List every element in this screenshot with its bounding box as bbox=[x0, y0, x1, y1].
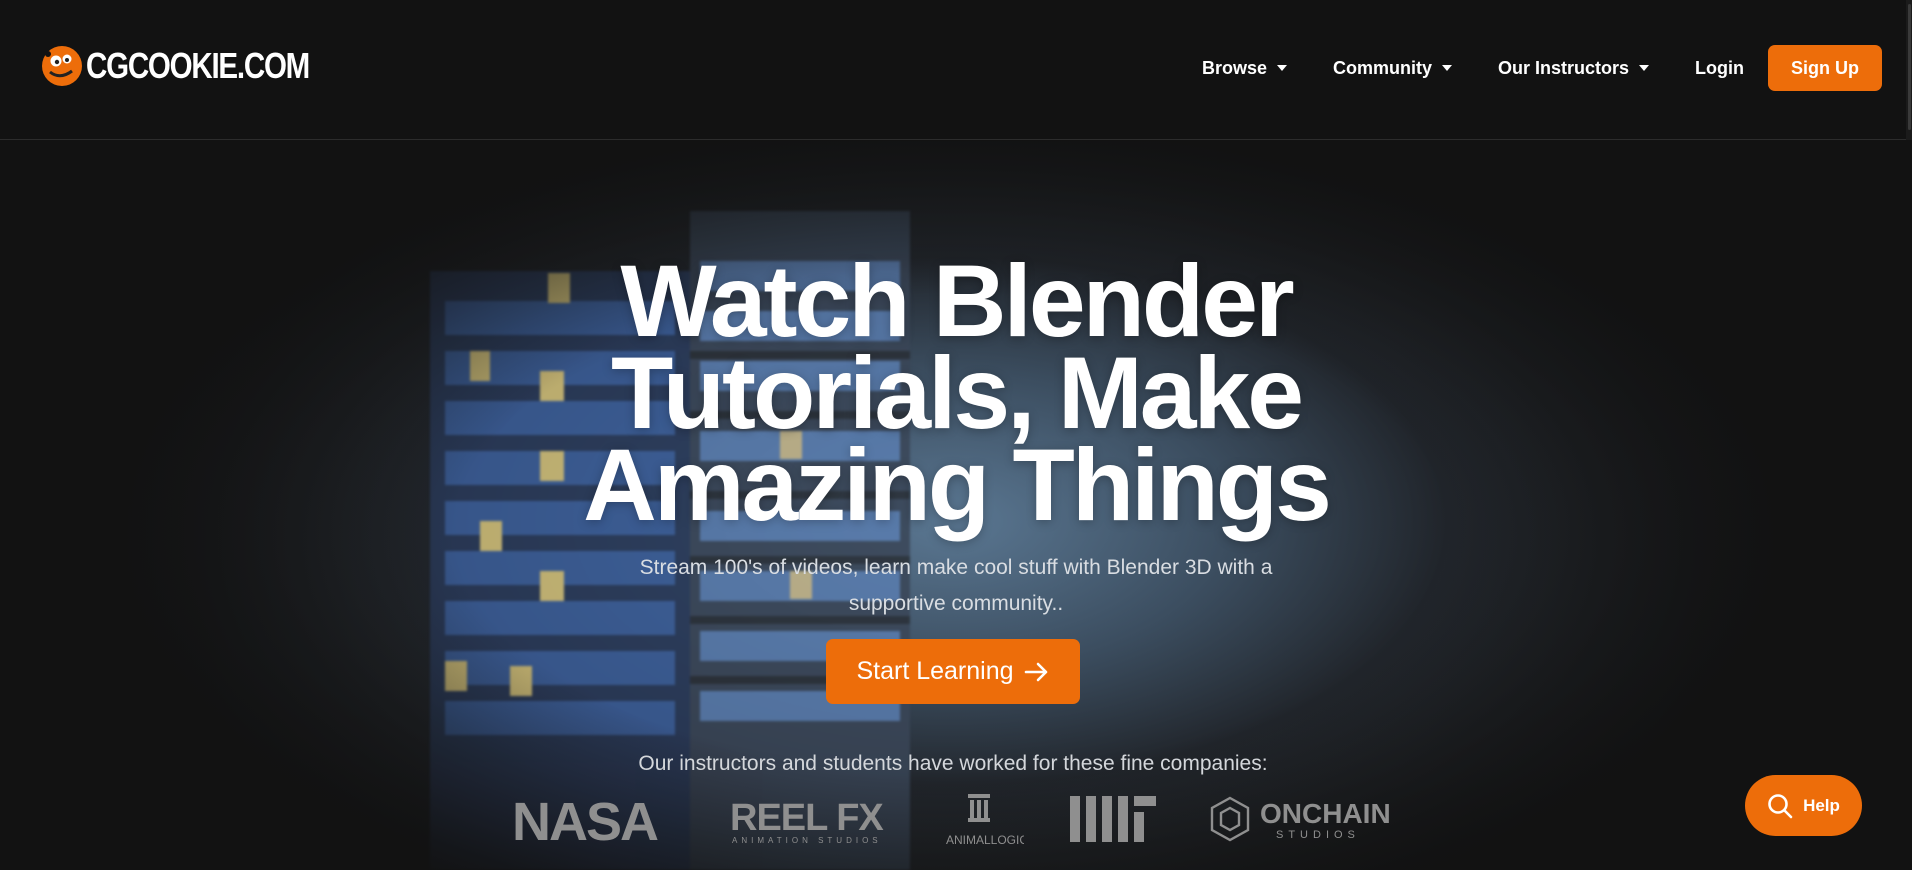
nav-browse[interactable]: Browse bbox=[1202, 58, 1287, 79]
onchain-logo: ONCHAIN STUDIOS bbox=[1210, 796, 1391, 842]
reelfx-logo: REEL FX ANIMATION STUDIOS bbox=[730, 798, 885, 845]
nav-our-instructors[interactable]: Our Instructors bbox=[1497, 57, 1650, 79]
onchain-logo-text: ONCHAIN bbox=[1260, 798, 1391, 829]
reelfx-tagline: ANIMATION STUDIOS bbox=[732, 836, 882, 845]
reelfx-logo-text: REEL FX bbox=[730, 798, 884, 839]
hero-title-line: Amazing Things bbox=[583, 428, 1332, 542]
hero-title: Watch Blender Tutorials, Make Amazing Th… bbox=[0, 244, 1912, 542]
hexagon-icon bbox=[1210, 796, 1250, 842]
nasa-logo-text: NASA bbox=[512, 796, 658, 846]
signup-button[interactable]: Sign Up bbox=[1768, 45, 1882, 91]
mit-mark bbox=[1070, 796, 1156, 842]
chevron-down-icon bbox=[1276, 65, 1287, 71]
arrow-right-icon bbox=[1024, 662, 1047, 681]
nav-community[interactable]: Community bbox=[1333, 58, 1452, 79]
site-logo[interactable]: CGCOOKIE.COM bbox=[40, 44, 358, 88]
search-icon bbox=[1768, 793, 1793, 818]
hero-title-line: Watch Blender bbox=[620, 244, 1294, 358]
help-button[interactable]: Help bbox=[1745, 775, 1862, 836]
cookie-logo-icon bbox=[42, 46, 82, 86]
company-logos: NASA REEL FX ANIMATION STUDIOS ANIMALLOG… bbox=[0, 792, 1912, 862]
mit-logo bbox=[1070, 796, 1156, 842]
companies-label: Our instructors and students have worked… bbox=[638, 752, 1268, 775]
main-nav: Browse Community Our Instructors Login S… bbox=[1202, 44, 1882, 92]
login-link[interactable]: Login bbox=[1695, 58, 1744, 79]
nav-our-instructors-label: Our Instructors bbox=[1497, 57, 1630, 78]
animallogic-logo: ANIMALLOGIC bbox=[946, 794, 1024, 847]
site-header: CGCOOKIE.COM Browse Community Our Instru… bbox=[0, 0, 1912, 140]
animallogic-logo-text: ANIMALLOGIC bbox=[946, 833, 1024, 847]
chevron-down-icon bbox=[1441, 65, 1452, 71]
nasa-logo: NASA bbox=[512, 796, 660, 846]
hero-section: Watch Blender Tutorials, Make Amazing Th… bbox=[0, 141, 1912, 870]
hero-subtitle: Stream 100's of videos, learn make cool … bbox=[639, 556, 1273, 615]
chevron-down-icon bbox=[1639, 65, 1650, 71]
nav-browse-label: Browse bbox=[1201, 57, 1267, 78]
pillar-icon bbox=[968, 794, 990, 822]
scrollbar[interactable] bbox=[1906, 0, 1912, 140]
logo-wordmark: CGCOOKIE.COM bbox=[86, 45, 310, 86]
help-label: Help bbox=[1803, 795, 1840, 815]
hero-title-line: Tutorials, Make bbox=[611, 336, 1304, 450]
start-learning-button[interactable]: Start Learning bbox=[826, 639, 1080, 704]
start-learning-label: Start Learning bbox=[856, 657, 1014, 685]
scrollbar-thumb[interactable] bbox=[1908, 4, 1911, 130]
nav-community-label: Community bbox=[1332, 57, 1432, 78]
onchain-tagline: STUDIOS bbox=[1276, 829, 1360, 841]
